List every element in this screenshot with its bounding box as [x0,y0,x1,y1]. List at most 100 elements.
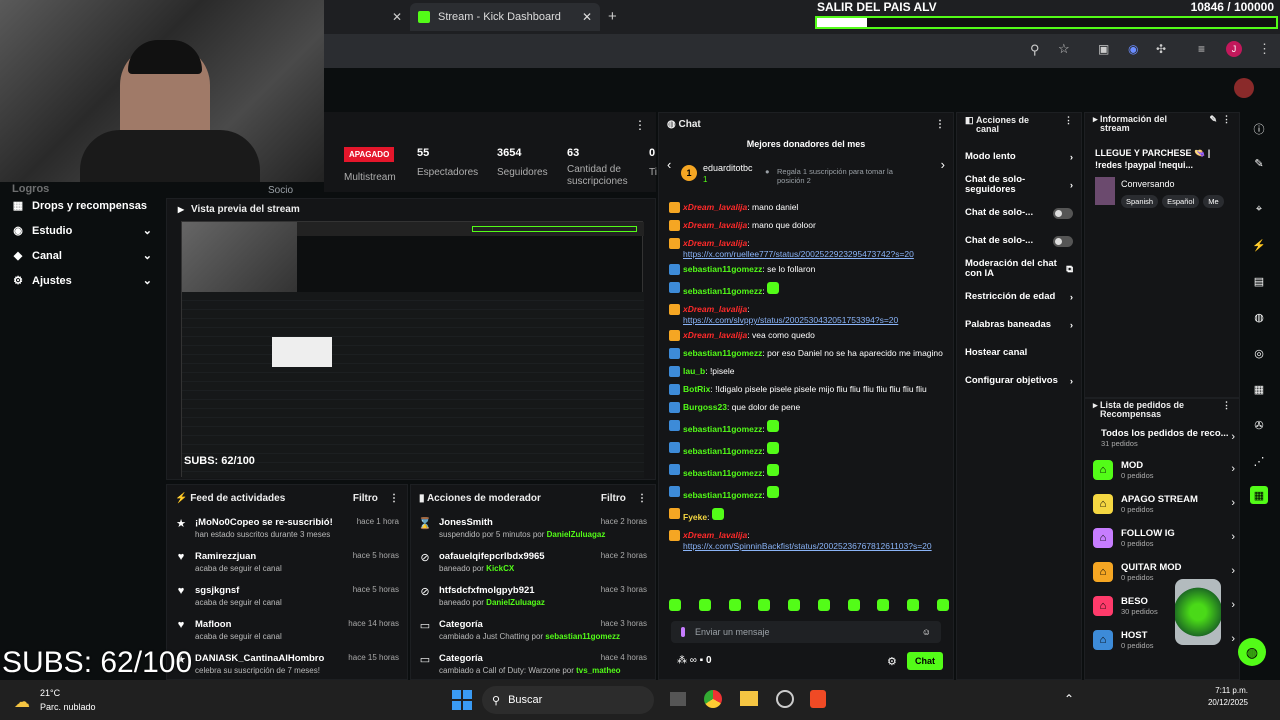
windows-start-icon[interactable] [452,690,472,710]
kebab-icon[interactable]: ⋮ [634,118,646,132]
channel-action-item[interactable]: Chat de solo-... [957,199,1081,227]
kebab-icon[interactable]: ⋮ [1222,115,1231,124]
tab-kick-dashboard[interactable]: Stream - Kick Dashboard ✕ [410,3,600,31]
feed-item[interactable]: ♥ sgsjkgnsf acaba de seguir el canal hace… [167,579,407,613]
emote-icon[interactable] [698,599,711,611]
stream-tag[interactable]: Me [1203,195,1224,208]
kebab-icon[interactable]: ⋮ [389,493,399,504]
media-icon[interactable]: ≡ [1198,42,1205,56]
chat-username[interactable]: sebastian11gomezz [683,446,762,456]
channel-action-item[interactable]: Modo lento › [957,143,1081,171]
sidebar-item-logros[interactable]: Logros [0,176,160,201]
mod-action-item[interactable]: ▭ Categoría cambiado a Call of Duty: Warz… [411,647,655,681]
chat-icon[interactable]: ◍ [1250,308,1268,326]
broadcast-icon[interactable]: ◎ [1250,344,1268,362]
chat-username[interactable]: sebastian11gomezz [683,348,762,358]
taskbar-search[interactable]: ⚲ Buscar [482,686,654,714]
channel-action-item[interactable]: Configurar objetivos › [957,367,1081,395]
mod-action-item[interactable]: ⊘ oafaueIqifepcrlbdx9965 baneado por Kick… [411,545,655,579]
task-view-icon[interactable] [670,692,686,706]
emoji-icon[interactable]: ☺ [922,627,931,637]
brave-icon[interactable] [810,690,826,708]
chat-username[interactable]: xDream_lavalija [683,330,747,340]
channel-action-item[interactable]: Restricción de edad › [957,283,1081,311]
kebab-icon[interactable]: ⋮ [1064,116,1073,125]
edit-icon[interactable]: ✎ [1209,115,1217,124]
stream-tag[interactable]: Español [1162,195,1200,208]
file-explorer-icon[interactable] [740,691,758,706]
chevron-up-icon[interactable]: ⌃ [1064,692,1074,706]
chat-username[interactable]: sebastian11gomezz [683,490,762,500]
mod-action-item[interactable]: ⊘ htfsdcfxfmolgpyb921 baneado por DanielZ… [411,579,655,613]
feed-item[interactable]: ★ ¡MoNo0Copeo se re-suscribió! han estado… [167,511,407,545]
chat-username[interactable]: Burgoss23 [683,402,727,412]
chat-input[interactable]: Enviar un mensaje ☺ [671,621,941,643]
chat-username[interactable]: sebastian11gomezz [683,286,762,296]
chat-username[interactable]: BotRix [683,384,710,394]
puzzle-icon[interactable]: ✣ [1156,42,1166,56]
new-tab-button[interactable]: + [608,8,617,25]
gear-icon[interactable]: ⚙ [887,655,897,668]
channel-action-item[interactable]: Hostear canal [957,339,1081,367]
emote-icon[interactable] [936,599,949,611]
toggle-switch[interactable] [1052,235,1073,247]
sidebar-item-canal[interactable]: ◆ Canal ⌄ [0,243,160,268]
emote-icon[interactable] [728,599,741,611]
send-chat-button[interactable]: Chat [907,652,943,670]
sidebar-item-ajustes[interactable]: ⚙ Ajustes ⌄ [0,268,160,293]
chat-username[interactable]: sebastian11gomezz [683,264,762,274]
channel-action-item[interactable]: Moderación del chat con IA ⧉ [957,255,1081,283]
info-icon[interactable]: ⓘ [1250,120,1268,138]
chat-username[interactable]: xDream_lavalija [683,304,747,314]
clock[interactable]: 7:11 p.m. 20/12/2025 [1204,686,1248,707]
toggle-switch[interactable] [1052,207,1073,219]
chat-username[interactable]: xDream_lavalija [683,220,747,230]
mod-action-item[interactable]: ⌛ JonesSmith suspendido por 5 minutos por… [411,511,655,545]
extension-icon[interactable]: ▣ [1098,42,1109,56]
wrench-icon[interactable]: ✇ [1250,416,1268,434]
channel-action-item[interactable]: Palabras baneadas › [957,311,1081,339]
chat-username[interactable]: xDream_lavalija [683,530,747,540]
chat-username[interactable]: sebastian11gomezz [683,468,762,478]
emote-icon[interactable] [847,599,860,611]
chat-username[interactable]: xDream_lavalija [683,202,747,212]
chevron-right-icon[interactable]: › [941,157,945,172]
chat-link[interactable]: https://x.com/slvppy/status/200253043205… [683,315,898,325]
pencil-icon[interactable]: ✎ [1250,154,1268,172]
chat-username[interactable]: lau_b [683,366,705,376]
feed-item[interactable]: ♥ Ramirezzjuan acaba de seguir el canal h… [167,545,407,579]
bolt-icon[interactable]: ⚡ [1250,236,1268,254]
redemption-all-row[interactable]: Todos los pedidos de reco... 31 pedidos › [1085,423,1239,453]
feed-filter-button[interactable]: Filtro [353,493,378,504]
emote-icon[interactable] [877,599,890,611]
kebab-icon[interactable]: ⋮ [1222,401,1231,410]
nodes-icon[interactable]: ⋰ [1250,452,1268,470]
profile-avatar[interactable]: J [1226,41,1242,57]
bookmark-star-icon[interactable]: ☆ [1058,41,1070,57]
obs-icon[interactable] [776,690,794,708]
channel-action-item[interactable]: Chat de solo-... [957,227,1081,255]
kebab-icon[interactable]: ⋮ [637,493,647,504]
mod-action-item[interactable]: ▭ Categoría cambiado a Just Chatting por … [411,613,655,647]
add-widget-icon[interactable]: ▦ [1250,486,1268,504]
sidebar-item-estudio[interactable]: ◉ Estudio ⌄ [0,218,160,243]
zoom-icon[interactable]: ⚲ [1030,42,1040,58]
feed-item[interactable]: ★ DANIASK_CantinaAlHombro celebra su susc… [167,647,407,681]
menu-kebab-icon[interactable]: ⋮ [1258,41,1271,57]
chat-settings-icons[interactable]: ⁂ ∞ ▪ 0 [677,655,712,666]
clipboard-icon[interactable]: ▤ [1250,272,1268,290]
preview-video[interactable]: SUBS: 62/100 [181,221,644,478]
emote-icon[interactable] [758,599,771,611]
chat-username[interactable]: Fyeke [683,512,707,522]
redemption-item[interactable]: ⌂ FOLLOW IG 0 pedidos › [1085,521,1239,555]
chat-username[interactable]: sebastian11gomezz [683,424,762,434]
chat-link[interactable]: https://x.com/ruellee777/status/20025229… [683,249,914,259]
chevron-left-icon[interactable]: ‹ [667,157,671,172]
emote-icon[interactable] [669,599,681,611]
chrome-icon[interactable] [704,690,722,708]
emote-icon[interactable] [788,599,801,611]
chat-link[interactable]: https://x.com/SpinninBackfist/status/200… [683,541,932,551]
redemption-item[interactable]: ⌂ APAGO STREAM 0 pedidos › [1085,487,1239,521]
stream-tag[interactable]: Spanish [1121,195,1159,208]
layout-icon[interactable]: ▦ [1250,380,1268,398]
